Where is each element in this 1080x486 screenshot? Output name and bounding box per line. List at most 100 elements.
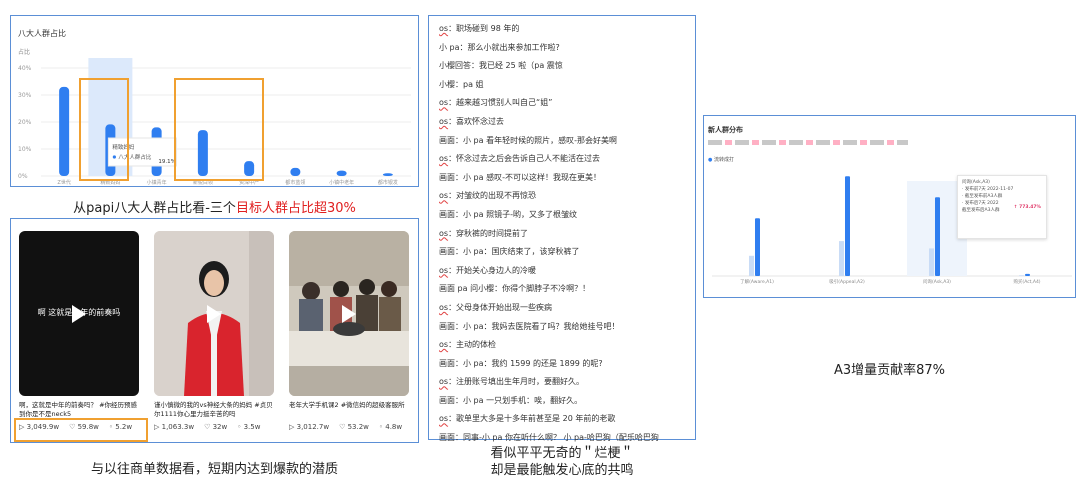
bar [1025,273,1030,276]
dialogue-line: os：喜欢怀念过去 [439,113,695,132]
dialogue-text: 小樱回答：我已经 25 啦（pa 震惊 [439,61,563,71]
play-icon[interactable] [72,304,86,323]
video-title: 谨小慎微的我的vs神经大条的妈妈 #贞贝尔1111你心里力挺辛苦的吗 [154,401,273,418]
y-tick-label: 30% [18,92,32,99]
video-stats: ▷ 1,063.3w ♡ 32w ◦ 3.5w [154,423,274,431]
highlight-box-stats [14,418,148,442]
video-card[interactable]: 老年大学手机课2 #微信妈的超级客服所 ▷ 3,012.7w ♡ 53.2w ◦… [289,231,409,431]
play-count: ▷ 1,063.3w [154,423,195,431]
dialogue-text: ：注册账号填出生年月时，要翻好久。 [448,377,585,387]
dialogue-line: 小樱回答：我已经 25 啦（pa 震惊 [439,57,695,76]
dialogue-line: os：越来越习惯别人叫自己“姐” [439,94,695,113]
highlight-box-right [174,78,264,181]
chart-caption-highlight: 目标人群占比超30% [235,201,356,216]
dialogue-line: 画面：小 pa：国庆结束了，该穿秋裤了 [439,243,695,262]
script-dialogue-panel: os：职场碰到 98 年的小 pa：那么小就出来参加工作啦? 小樱回答：我已经 2… [428,15,696,442]
video-list-panel: 啊 这就是中年的前奏吗 啊，这就是中年的前奏吗？ #你经历预感到你是不是neck… [10,218,419,443]
dialogue-text: ：歌单里大多是十多年前甚至是 20 年前的老歌 [448,414,616,424]
dialogue-line: os：穿秋裤的时间提前了 [439,225,695,244]
y-axis-label: 占比 [18,48,30,56]
dialogue-line: 画面：小 pa：我妈去医院看了吗？我给她挂号吧！ [439,318,695,337]
os-tag: os [439,340,449,350]
like-count: ♡ 32w [204,423,228,431]
dialogue-line: 小 pa：那么小就出来参加工作啦? [439,39,695,58]
dialogue-caption: 看似平平无奇的＂烂梗＂ 却是最能触发心底的共鸣 [428,445,696,479]
x-tick-label: Z世代 [57,179,70,186]
dialogue-text: ：职场碰到 98 年的 [448,24,520,33]
video-thumbnail[interactable] [289,231,409,396]
os-tag: os [439,98,449,108]
os-tag: os [439,414,449,424]
video-thumbnail[interactable] [154,231,274,396]
highlight-box-left [79,78,129,181]
video-stats: ▷ 3,012.7w ♡ 53.2w ◦ 4.8w [289,423,409,431]
video-card[interactable]: 谨小慎微的我的vs神经大条的妈妈 #贞贝尔1111你心里力挺辛苦的吗 ▷ 1,0… [154,231,274,431]
dialogue-text: ：怀念过去之后会告诉自己人不能活在过去 [448,154,601,164]
video-card[interactable]: 啊 这就是中年的前奏吗 啊，这就是中年的前奏吗？ #你经历预感到你是不是neck… [19,231,139,431]
bar [755,218,760,276]
dialogue-text: ：喜欢怀念过去 [448,116,505,126]
dialogue-caption-line2: 却是最能触发心底的共鸣 [490,463,634,478]
dialogue-line: os：对皱纹的出现不再惊恐 [439,187,695,206]
play-icon[interactable] [207,304,221,323]
bar-before [929,248,934,276]
dialogue-text: ：穿秋裤的时间提前了 [448,228,529,238]
bar-before [1019,275,1024,276]
dialogue-text: 画面：小 pa 照镜子-哟，又多了根皱纹 [439,209,577,219]
dialogue-line: 画面：小 pa 一只划手机：唉，翻好久。 [439,392,695,411]
os-tag: os [439,191,449,201]
dialogue-line: 画面 pa 问小樱：你得个脚脖子不冷啊？！ [439,280,695,299]
bar [845,176,850,276]
video-title: 啊，这就是中年的前奏吗？ #你经历预感到你是不是neck5 [19,401,138,418]
dialogue-text: 画面：小 pa 看年轻时候的照片，感叹-那会好美啊 [439,135,617,145]
video-title: 老年大学手机课2 #微信妈的超级客服所 [289,401,405,409]
os-tag: os [439,154,449,164]
dialogue-line: os：职场碰到 98 年的 [439,20,695,39]
dialogue-line: os：注册账号填出生年月时，要翻好久。 [439,373,695,392]
dialogue-text: 小 pa：那么小就出来参加工作啦? [439,42,560,52]
dialogue-text: 画面：小 pa：国庆结束了，该穿秋裤了 [439,247,580,257]
dialogue-text: 画面：小 pa：我约 1599 的还是 1899 的呢? [439,358,603,368]
dialogue-line: os：主动的体检 [439,336,695,355]
a3-tooltip: 问询(Ask,A3) · 发布前7天 2022-11-07 · 截至发布前A3人… [957,175,1047,239]
dialogue-caption-line1: 看似平平无奇的＂烂梗＂ [490,446,634,461]
dialogue-text: 画面：小 pa 感叹-不可以这样！我现在更美！ [439,172,601,182]
bar-before [839,241,844,276]
os-tag: os [439,265,449,275]
x-tick-label: 购买(Act,A4) [1013,278,1040,285]
chart-caption: 从papi八大人群占比看-三个目标人群占比超30% [10,197,419,216]
dialogue-text: ：对皱纹的出现不再惊恐 [448,191,537,201]
y-tick-label: 10% [18,146,32,153]
dialogue-text: 小樱：pa 姐 [439,79,484,89]
tooltip-title: 问询(Ask,A3) [962,180,990,185]
video-thumbnail[interactable]: 啊 这就是中年的前奏吗 [19,231,139,396]
play-count: ▷ 3,012.7w [289,423,330,431]
bar-before [749,255,754,276]
x-tick-label: 问询(Ask,A3) [923,278,951,285]
bar [382,173,393,176]
y-tick-label: 20% [18,119,32,126]
x-tick-label: 吸引(Appeal,A2) [829,278,865,285]
dialogue-text: 画面：小 pa：我妈去医院看了吗？我给她挂号吧！ [439,321,620,331]
x-tick-label: 都市蓝领 [285,179,305,186]
dialogue-text: 画面 pa 问小樱：你得个脚脖子不冷啊？！ [439,284,591,294]
bar [336,170,347,176]
dialogue-line: 画面：小 pa：我约 1599 的还是 1899 的呢? [439,355,695,374]
dialogue-line: 画面：小 pa 感叹-不可以这样！我现在更美！ [439,169,695,188]
a3-caption: A3增量贡献率87% [833,363,946,378]
dialogue-text: 画面：小 pa 一只划手机：唉，翻好久。 [439,395,583,405]
dialogue-line: os：父母身体开始出现一些疾病 [439,299,695,318]
x-tick-label: 都市银发 [378,179,398,186]
os-tag: os [439,377,449,387]
bar [59,86,70,176]
os-tag: os [439,228,449,238]
dialogue-line: 画面：小 pa 看年轻时候的照片，感叹-那会好美啊 [439,132,695,151]
tooltip-growth: ↑ 773.47% [1013,205,1041,210]
comment-count: ◦ 4.8w [378,423,403,431]
dialogue-text: ：主动的体检 [448,340,497,350]
play-icon[interactable] [342,304,356,323]
y-tick-label: 0% [18,173,28,180]
video-caption: 与以往商单数据看，短期内达到爆款的潜质 [90,462,338,477]
x-tick-label: 了解(Aware,A1) [740,278,774,285]
dialogue-text: ：父母身体开始出现一些疾病 [448,302,553,312]
